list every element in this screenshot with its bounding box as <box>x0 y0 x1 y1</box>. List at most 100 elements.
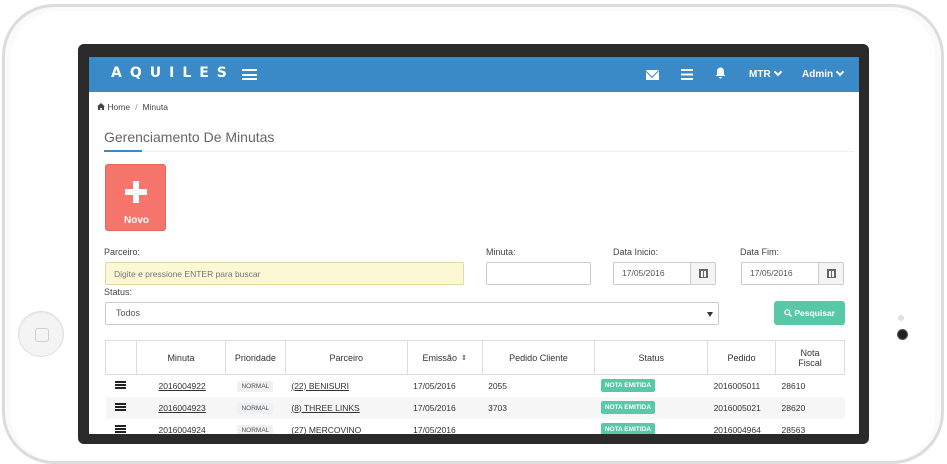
search-icon <box>784 309 792 317</box>
admin-menu[interactable]: Admin <box>802 67 845 80</box>
col-minuta-header[interactable]: Minuta <box>135 340 226 375</box>
app-screen: AQUILES MTR Admin Home / Minuta Gerenciame… <box>89 57 859 434</box>
status-badge: NOTA EMITIDA <box>600 379 656 393</box>
prioridade-cell: NORMAL <box>225 396 286 419</box>
parceiro-cell: (27) MERCOVINO <box>285 419 407 435</box>
minuta-link[interactable]: 2016004924 <box>158 425 205 435</box>
scrollbar[interactable] <box>859 57 861 183</box>
status-label: Status: <box>104 287 133 297</box>
bell-icon[interactable] <box>715 67 726 81</box>
pedido-cell: 2016005021 <box>707 396 776 419</box>
new-minuta-button[interactable]: Novo <box>105 164 166 231</box>
data-inicio-input[interactable]: 17/05/2016 <box>613 262 691 285</box>
emissao-cell: 17/05/2016 <box>413 380 456 391</box>
prioridade-badge: NORMAL <box>237 424 274 434</box>
caret-down-icon <box>707 312 713 317</box>
nota-fiscal-cell: 28610 <box>781 380 806 391</box>
row-menu-icon[interactable] <box>115 424 127 433</box>
breadcrumb-current: Minuta <box>142 102 168 112</box>
parceiro-input[interactable] <box>105 262 464 285</box>
col-parceiro-header[interactable]: Parceiro <box>284 340 408 375</box>
breadcrumb-separator: / <box>135 102 138 112</box>
minuta-cell: 2016004924 <box>136 419 225 435</box>
home-button[interactable] <box>18 311 64 357</box>
pedido-cell: 2016005011 <box>713 380 761 391</box>
app-logo[interactable]: AQUILES <box>111 65 235 81</box>
status-cell: NOTA EMITIDA <box>595 419 708 434</box>
title-divider <box>104 151 854 152</box>
row-menu-icon[interactable] <box>115 402 127 411</box>
col-emissao-label: Emissão <box>422 352 457 363</box>
admin-menu-label: Admin <box>802 69 834 80</box>
parceiro-link[interactable]: (8) THREE LINKS <box>291 403 359 413</box>
prioridade-badge: NORMAL <box>237 402 274 414</box>
minutas-table: Minuta Prioridade Parceiro Emissão ⇕ Pedi… <box>105 340 845 434</box>
row-menu-icon[interactable] <box>115 380 127 389</box>
calendar-icon <box>827 269 836 278</box>
top-navbar: AQUILES MTR Admin <box>89 57 859 92</box>
status-cell: NOTA EMITIDA <box>594 396 708 419</box>
new-button-label: Novo <box>124 215 149 226</box>
status-select[interactable]: Todos <box>105 302 719 325</box>
prioridade-badge: NORMAL <box>237 380 274 392</box>
chevron-down-icon <box>773 67 782 77</box>
table-row: 2016004923 NORMAL (8) THREE LINKS 17/05/… <box>105 396 845 419</box>
minuta-link[interactable]: 2016004923 <box>158 403 205 413</box>
data-inicio-label: Data Inicio: <box>613 247 659 257</box>
status-badge: NOTA EMITIDA <box>600 401 656 414</box>
breadcrumb-home[interactable]: Home <box>107 102 130 112</box>
parceiro-cell: (22) BENISURI <box>285 375 407 397</box>
breadcrumb: Home / Minuta <box>97 102 168 112</box>
home-icon <box>97 102 107 112</box>
data-fim-calendar-button[interactable] <box>818 262 844 285</box>
col-fiscal-label: Fiscal <box>798 357 822 368</box>
table-row: 2016004922 NORMAL (22) BENISURI 17/05/20… <box>106 375 845 397</box>
pedido-cliente-cell: 3703 <box>482 396 595 419</box>
mtr-menu-label: MTR <box>749 69 771 80</box>
calendar-icon <box>699 269 708 278</box>
search-button-label: Pesquisar <box>794 308 835 318</box>
col-menu-header <box>105 340 137 375</box>
col-nota-label: Nota <box>800 347 820 358</box>
nota-fiscal-cell: 28563 <box>781 424 806 435</box>
col-pedido-header[interactable]: Pedido <box>707 340 777 375</box>
title-accent-bar <box>104 150 142 152</box>
page-title: Gerenciamento De Minutas <box>104 129 275 145</box>
status-badge: NOTA EMITIDA <box>600 423 656 434</box>
row-menu-cell <box>106 419 137 435</box>
col-emissao-header[interactable]: Emissão ⇕ <box>406 340 483 375</box>
list-icon[interactable] <box>681 69 693 80</box>
sort-icon[interactable]: ⇕ <box>461 354 467 362</box>
pedido-cell: 2016004964 <box>713 424 761 435</box>
col-pedido-cliente-header[interactable]: Pedido Cliente <box>481 340 596 375</box>
menu-toggle-icon[interactable] <box>242 69 257 80</box>
minuta-link[interactable]: 2016004922 <box>158 381 205 391</box>
col-prioridade-header[interactable]: Prioridade <box>224 340 286 375</box>
status-select-value: Todos <box>116 308 141 318</box>
plus-icon-h <box>125 189 147 195</box>
row-menu-cell <box>105 396 137 419</box>
parceiro-link[interactable]: (27) MERCOVINO <box>291 425 361 435</box>
data-inicio-calendar-button[interactable] <box>690 262 716 285</box>
minuta-cell: 2016004922 <box>136 375 225 397</box>
light-sensor <box>898 315 904 321</box>
prioridade-cell: NORMAL <box>225 375 285 397</box>
pedido-cliente-cell: 2055 <box>488 380 508 391</box>
envelope-icon[interactable] <box>646 70 659 80</box>
col-nota-fiscal-header[interactable]: Nota Fiscal <box>775 340 845 375</box>
minuta-input[interactable] <box>486 262 591 285</box>
minuta-cell: 2016004923 <box>136 396 226 419</box>
row-menu-cell <box>106 375 137 397</box>
prioridade-cell: NORMAL <box>225 419 285 434</box>
col-status-header[interactable]: Status <box>594 340 709 375</box>
data-fim-input[interactable]: 17/05/2016 <box>741 262 819 285</box>
table-header-row: Minuta Prioridade Parceiro Emissão ⇕ Pedi… <box>105 340 845 375</box>
minuta-label: Minuta: <box>486 247 516 257</box>
parceiro-link[interactable]: (22) BENISURI <box>291 381 349 391</box>
search-button[interactable]: Pesquisar <box>774 301 845 325</box>
mtr-menu[interactable]: MTR <box>749 67 782 80</box>
table-row: 2016004924 NORMAL (27) MERCOVINO 17/05/2… <box>106 419 845 435</box>
pedido-cliente-cell <box>482 419 595 435</box>
status-cell: NOTA EMITIDA <box>595 375 708 397</box>
emissao-cell: 17/05/2016 <box>413 424 456 435</box>
